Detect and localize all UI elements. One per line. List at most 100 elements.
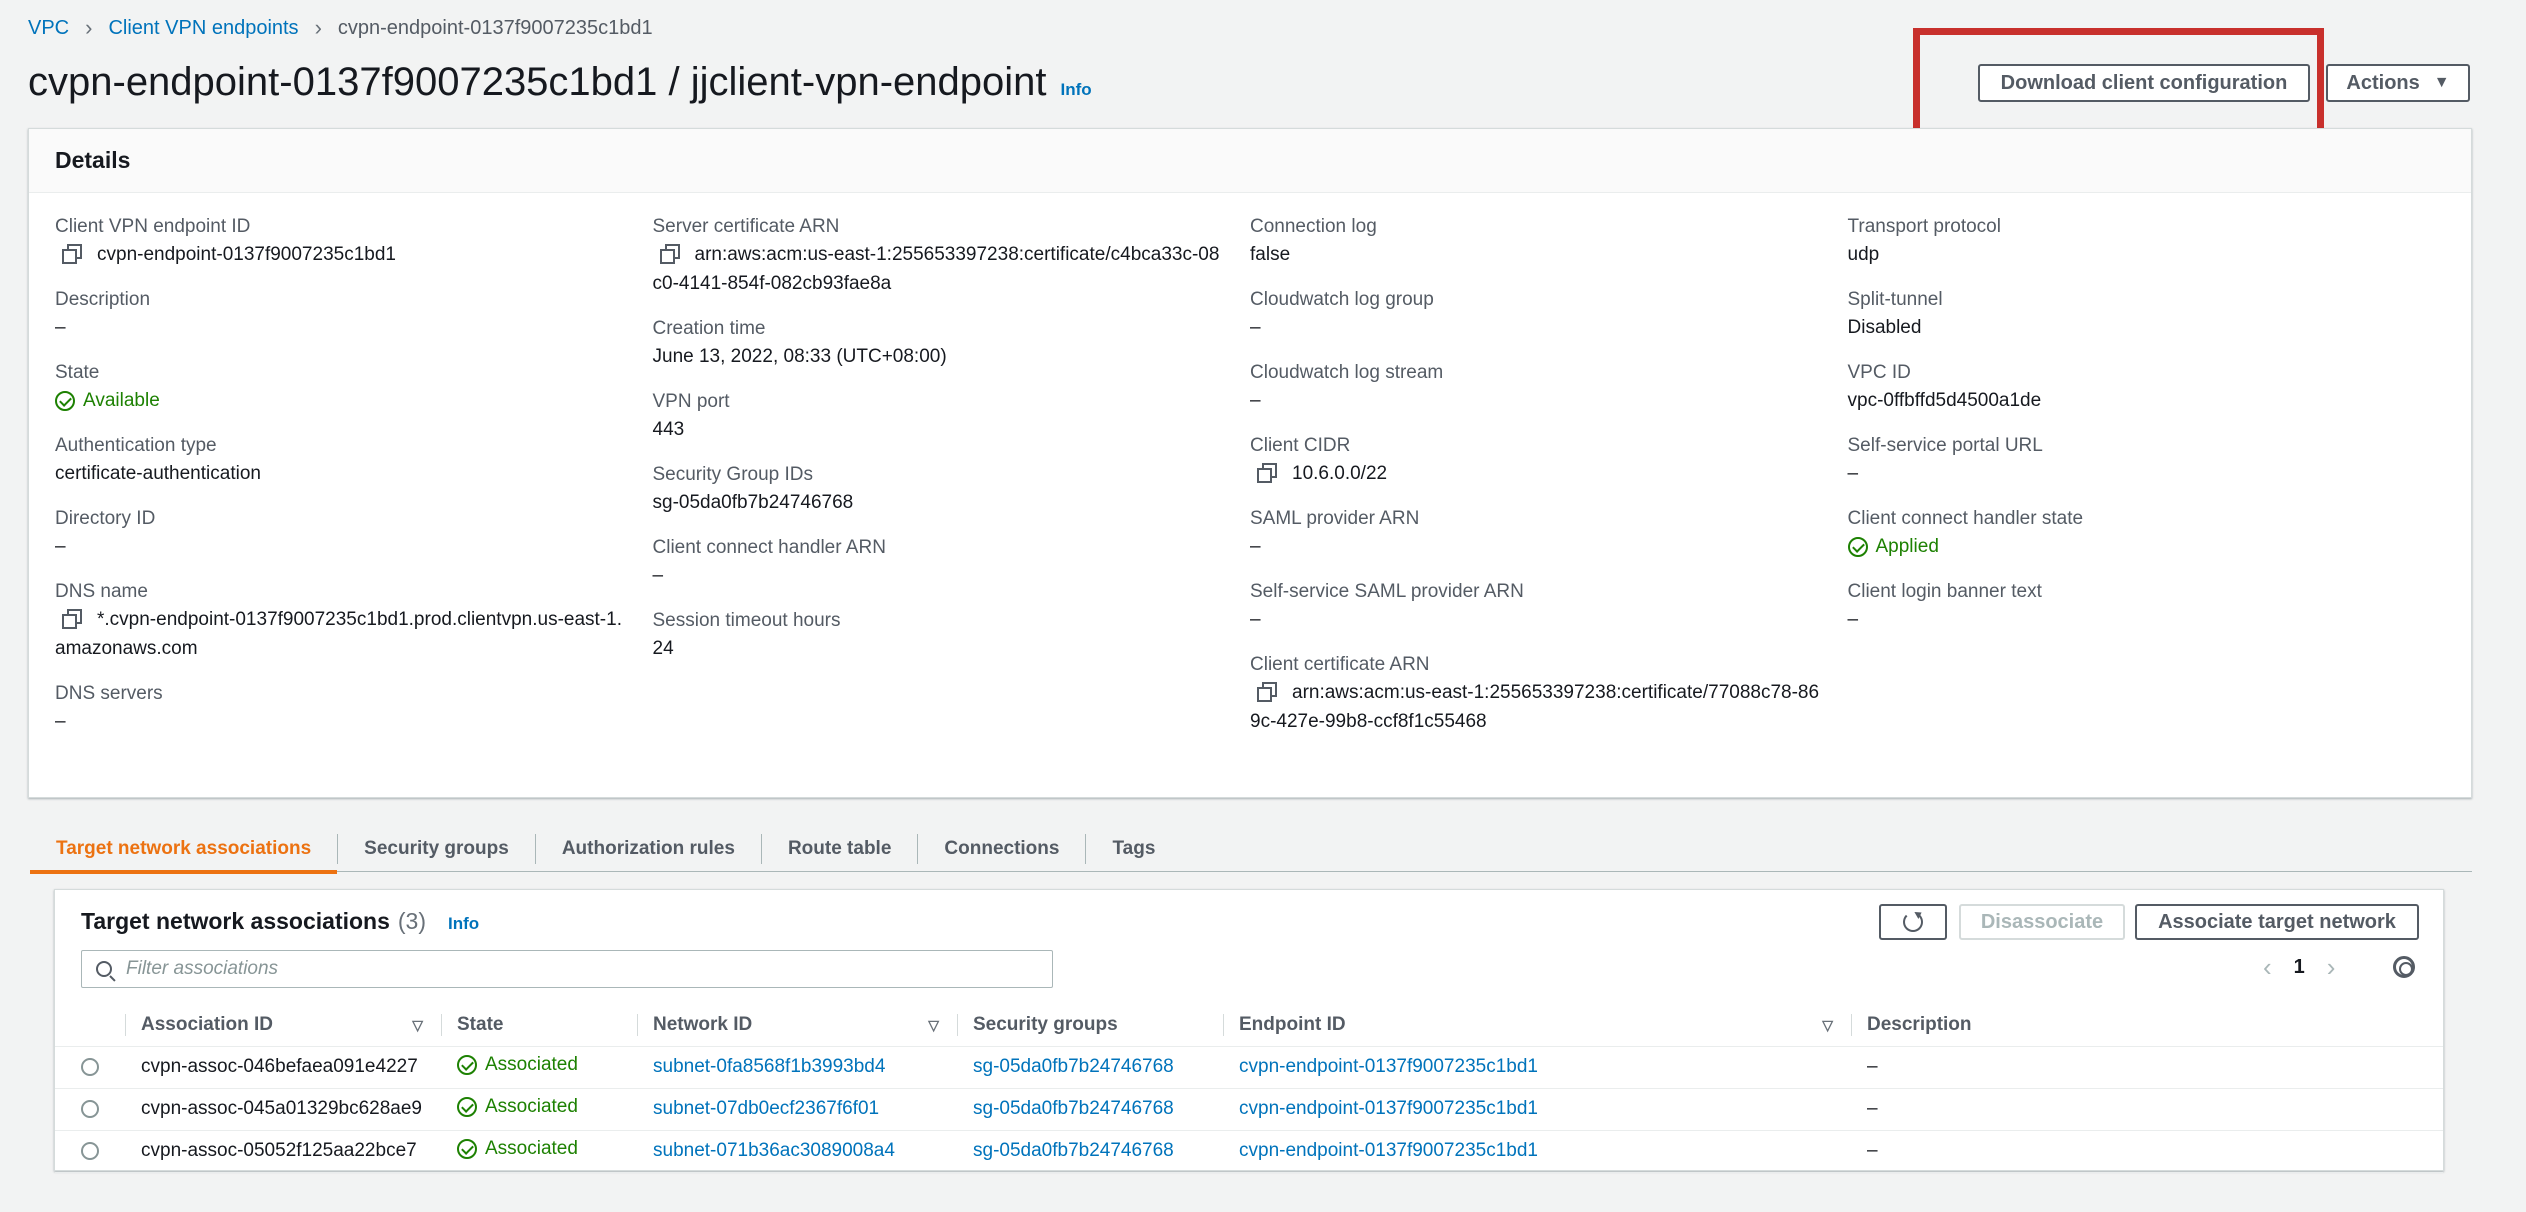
tab-target-network-associations[interactable]: Target network associations <box>30 826 338 874</box>
column-header-network-id[interactable]: Network ID ▽ <box>637 1004 957 1047</box>
filter-associations-input[interactable] <box>126 958 1026 980</box>
field-dns-name: DNS name *.cvpn-endpoint-0137f9007235c1b… <box>55 578 629 663</box>
field-label: DNS name <box>55 581 148 602</box>
field-self-service-portal-url: Self-service portal URL – <box>1848 432 2422 488</box>
security-group-link[interactable]: sg-05da0fb7b24746768 <box>653 488 1227 517</box>
details-panel: Details Client VPN endpoint ID cvpn-endp… <box>28 128 2472 798</box>
security-group-link[interactable]: sg-05da0fb7b24746768 <box>973 1140 1174 1161</box>
chevron-left-icon[interactable]: ‹ <box>2263 952 2272 983</box>
info-link[interactable]: Info <box>1061 80 1092 100</box>
associate-target-network-button[interactable]: Associate target network <box>2135 904 2419 940</box>
security-group-link[interactable]: sg-05da0fb7b24746768 <box>973 1056 1174 1077</box>
tab-authorization-rules[interactable]: Authorization rules <box>536 826 761 872</box>
breadcrumb-current: cvpn-endpoint-0137f9007235c1bd1 <box>337 16 653 39</box>
page-number[interactable]: 1 <box>2294 956 2305 979</box>
table-row[interactable]: cvpn-assoc-045a01329bc628ae9 Associated … <box>55 1088 2443 1131</box>
field-value: – <box>55 711 66 732</box>
state-text: Associated <box>485 1053 578 1075</box>
tab-route-table[interactable]: Route table <box>762 826 917 872</box>
sort-icon[interactable]: ▽ <box>928 1017 939 1034</box>
disassociate-button[interactable]: Disassociate <box>1959 904 2125 940</box>
column-header-security-groups[interactable]: Security groups <box>957 1004 1223 1047</box>
field-label: Client connect handler state <box>1847 508 2084 529</box>
pagination: ‹ 1 › <box>2263 952 2335 983</box>
endpoint-id-value: cvpn-endpoint-0137f9007235c1bd1 <box>97 244 396 265</box>
field-value: – <box>55 536 66 557</box>
field-self-service-saml-provider-arn: Self-service SAML provider ARN – <box>1250 578 1824 634</box>
row-radio[interactable] <box>81 1099 99 1118</box>
info-link[interactable]: Info <box>448 914 479 934</box>
copy-icon[interactable] <box>659 244 680 264</box>
tab-security-groups[interactable]: Security groups <box>338 826 535 872</box>
endpoint-id-link[interactable]: cvpn-endpoint-0137f9007235c1bd1 <box>1239 1098 1538 1119</box>
field-dns-servers: DNS servers – <box>55 680 629 736</box>
field-value: – <box>1847 609 1859 630</box>
sort-icon[interactable]: ▽ <box>1822 1017 1833 1034</box>
tab-connections[interactable]: Connections <box>918 826 1085 872</box>
field-state: State Available <box>55 359 629 415</box>
associations-count: (3) <box>397 908 427 934</box>
table-row[interactable]: cvpn-assoc-046befaea091e4227 Associated … <box>55 1046 2443 1089</box>
column-header-label: State <box>457 1013 504 1035</box>
field-label: Cloudwatch log group <box>1250 289 1434 310</box>
details-column-2: Server certificate ARN arn:aws:acm:us-ea… <box>653 213 1251 753</box>
check-circle-icon <box>457 1138 477 1159</box>
copy-icon[interactable] <box>1256 682 1277 702</box>
actions-button[interactable]: Actions ▼ <box>2326 64 2470 102</box>
field-session-timeout: Session timeout hours 24 <box>653 607 1227 663</box>
breadcrumb-vpc[interactable]: VPC <box>28 17 69 40</box>
field-creation-time: Creation time June 13, 2022, 08:33 (UTC+… <box>653 315 1227 371</box>
description: – <box>1851 1046 2443 1089</box>
copy-icon[interactable] <box>61 244 82 264</box>
breadcrumb: VPC › Client VPN endpoints › cvpn-endpoi… <box>28 14 653 42</box>
field-value: – <box>1250 536 1261 557</box>
chevron-right-icon[interactable]: › <box>2327 952 2336 983</box>
field-cloudwatch-log-stream: Cloudwatch log stream – <box>1250 359 1824 415</box>
select-column-header <box>55 1004 125 1047</box>
field-saml-provider-arn: SAML provider ARN – <box>1250 505 1824 561</box>
field-value: June 13, 2022, 08:33 (UTC+08:00) <box>652 346 947 367</box>
refresh-button[interactable] <box>1879 904 1947 940</box>
field-label: Description <box>55 289 151 310</box>
chevron-right-icon: › <box>85 15 93 40</box>
column-header-label: Association ID <box>141 1013 273 1035</box>
row-select <box>55 1130 125 1173</box>
field-client-connect-handler-state: Client connect handler state Applied <box>1847 505 2422 561</box>
vpc-id-link[interactable]: vpc-0ffbffd5d4500a1de <box>1848 386 2422 415</box>
security-group-link[interactable]: sg-05da0fb7b24746768 <box>973 1098 1174 1119</box>
column-header-state[interactable]: State <box>441 1004 637 1047</box>
table-row[interactable]: cvpn-assoc-05052f125aa22bce7 Associated … <box>55 1130 2443 1173</box>
association-id: cvpn-assoc-045a01329bc628ae9 <box>125 1088 441 1131</box>
column-header-association-id[interactable]: Association ID ▽ <box>125 1004 441 1047</box>
field-vpc-id: VPC ID vpc-0ffbffd5d4500a1de <box>1848 359 2422 415</box>
network-id-link[interactable]: subnet-07db0ecf2367f6f01 <box>653 1098 879 1119</box>
tab-tags[interactable]: Tags <box>1086 826 1181 872</box>
column-header-endpoint-id[interactable]: Endpoint ID ▽ <box>1223 1004 1851 1047</box>
field-authentication-type: Authentication type certificate-authenti… <box>55 432 629 488</box>
row-select <box>55 1046 125 1089</box>
sort-icon[interactable]: ▽ <box>412 1017 423 1034</box>
chevron-right-icon: › <box>314 15 322 40</box>
field-label: Session timeout hours <box>652 610 841 631</box>
associations-table: Association ID ▽ State Network ID ▽ Secu… <box>55 1004 2443 1173</box>
network-id-link[interactable]: subnet-071b36ac3089008a4 <box>653 1140 895 1161</box>
state-text: Associated <box>485 1137 578 1159</box>
association-state: Associated <box>441 1130 637 1173</box>
field-split-tunnel: Split-tunnel Disabled <box>1848 286 2422 342</box>
field-value: arn:aws:acm:us-east-1:255653397238:certi… <box>1250 678 1824 736</box>
network-id-link[interactable]: subnet-0fa8568f1b3993bd4 <box>653 1056 885 1077</box>
copy-icon[interactable] <box>61 609 82 629</box>
copy-icon[interactable] <box>1256 463 1277 483</box>
endpoint-id-link[interactable]: cvpn-endpoint-0137f9007235c1bd1 <box>1239 1140 1538 1161</box>
row-radio[interactable] <box>81 1057 99 1076</box>
field-label: Transport protocol <box>1847 216 2001 237</box>
column-header-description[interactable]: Description <box>1851 1004 2443 1047</box>
row-radio[interactable] <box>81 1141 99 1160</box>
settings-gear-icon[interactable] <box>2393 956 2415 978</box>
field-value: – <box>1250 390 1261 411</box>
download-client-configuration-button[interactable]: Download client configuration <box>1978 64 2310 102</box>
client-certificate-arn-value: arn:aws:acm:us-east-1:255653397238:certi… <box>1250 682 1820 732</box>
breadcrumb-client-vpn-endpoints[interactable]: Client VPN endpoints <box>108 17 298 40</box>
endpoint-id-link[interactable]: cvpn-endpoint-0137f9007235c1bd1 <box>1239 1056 1538 1077</box>
check-circle-icon <box>457 1054 477 1075</box>
